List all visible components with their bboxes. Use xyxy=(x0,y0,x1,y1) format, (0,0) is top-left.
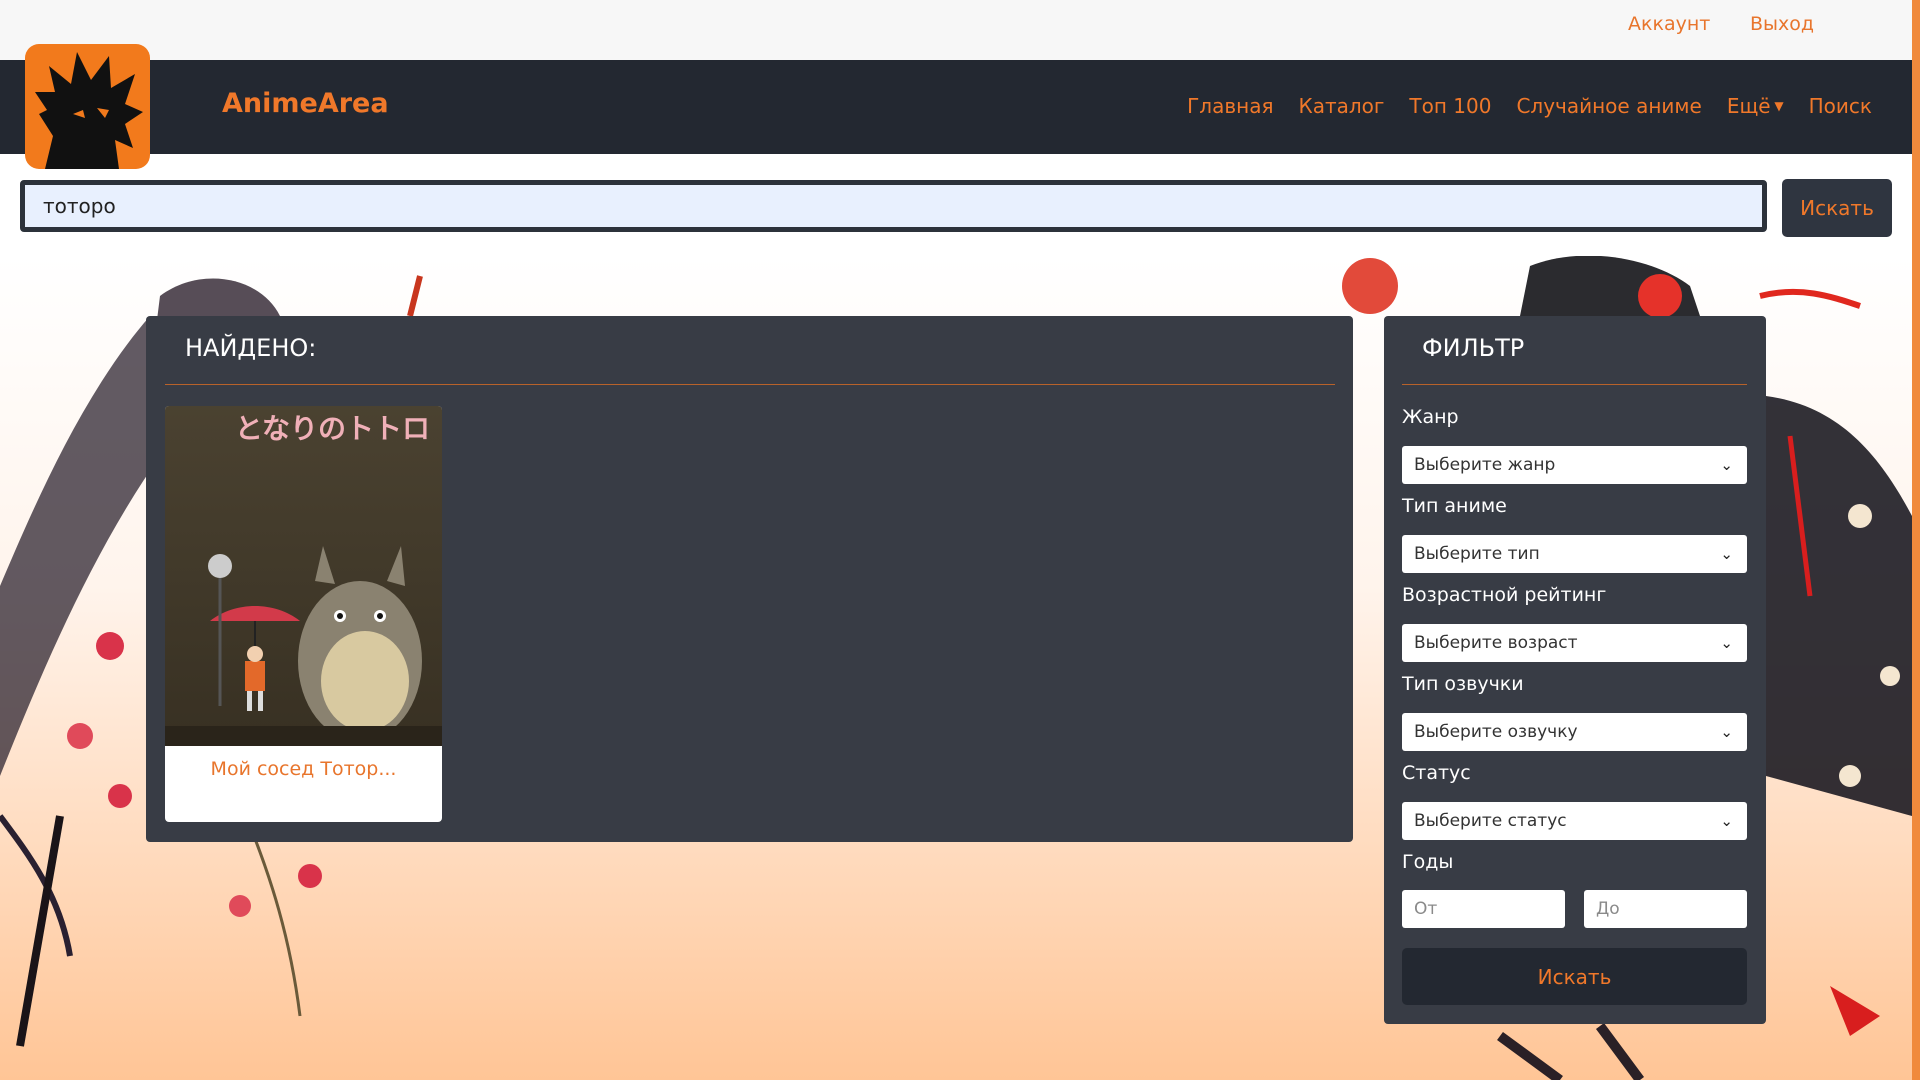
filter-search-button[interactable]: Искать xyxy=(1402,948,1747,1005)
chevron-down-icon: ⌄ xyxy=(1720,456,1733,474)
anime-card[interactable]: となりのトトロ Мой сосед Тотор... xyxy=(165,406,442,822)
caret-down-icon: ▼ xyxy=(1770,99,1784,113)
type-label: Тип аниме xyxy=(1402,495,1507,517)
age-select[interactable]: Выберите возраст ⌄ xyxy=(1402,624,1747,662)
logo-character-icon xyxy=(35,52,143,169)
brand-name[interactable]: AnimeArea xyxy=(222,88,389,119)
results-panel: НАЙДЕНО: となりのトトロ Мой сосед Тотор... xyxy=(146,316,1353,842)
filter-title: ФИЛЬТР xyxy=(1422,334,1525,362)
nav-random[interactable]: Случайное аниме xyxy=(1516,94,1701,118)
age-label: Возрастной рейтинг xyxy=(1402,584,1607,606)
type-select[interactable]: Выберите тип ⌄ xyxy=(1402,535,1747,573)
chevron-down-icon: ⌄ xyxy=(1720,545,1733,563)
chevron-down-icon: ⌄ xyxy=(1720,723,1733,741)
account-link[interactable]: Аккаунт xyxy=(1628,13,1710,35)
status-select[interactable]: Выберите статус ⌄ xyxy=(1402,802,1747,840)
results-title: НАЙДЕНО: xyxy=(185,334,317,362)
results-divider xyxy=(165,384,1335,385)
window-edge xyxy=(1912,0,1920,1080)
voice-label: Тип озвучки xyxy=(1402,673,1524,695)
logout-link[interactable]: Выход xyxy=(1750,13,1814,35)
svg-text:となりのトトロ: となりのトトロ xyxy=(235,412,430,445)
nav-catalog[interactable]: Каталог xyxy=(1299,94,1385,118)
search-button[interactable]: Искать xyxy=(1782,179,1892,237)
anime-poster: となりのトトロ xyxy=(165,406,442,746)
nav-home[interactable]: Главная xyxy=(1187,94,1273,118)
site-logo[interactable] xyxy=(25,44,150,169)
genre-label: Жанр xyxy=(1402,406,1459,428)
voice-select[interactable]: Выберите озвучку ⌄ xyxy=(1402,713,1747,751)
genre-select[interactable]: Выберите жанр ⌄ xyxy=(1402,446,1747,484)
nav-top100[interactable]: Топ 100 xyxy=(1409,94,1491,118)
filter-panel: ФИЛЬТР Жанр Выберите жанр ⌄ Тип аниме Выб… xyxy=(1384,316,1766,1024)
nav-search[interactable]: Поиск xyxy=(1809,94,1872,118)
search-input[interactable] xyxy=(20,180,1767,232)
years-label: Годы xyxy=(1402,851,1454,873)
chevron-down-icon: ⌄ xyxy=(1720,812,1733,830)
search-bar: Искать xyxy=(0,154,1912,256)
anime-card-title[interactable]: Мой сосед Тотор... xyxy=(165,758,442,780)
year-from-input[interactable]: От xyxy=(1402,890,1565,928)
top-utility-bar: Аккаунт Выход xyxy=(0,0,1912,60)
year-to-input[interactable]: До xyxy=(1584,890,1747,928)
status-label: Статус xyxy=(1402,762,1471,784)
chevron-down-icon: ⌄ xyxy=(1720,634,1733,652)
nav-links: Главная Каталог Топ 100 Случайное аниме … xyxy=(1187,94,1872,118)
nav-more-dropdown[interactable]: Ещё ▼ xyxy=(1727,94,1784,118)
filter-divider xyxy=(1402,384,1747,385)
